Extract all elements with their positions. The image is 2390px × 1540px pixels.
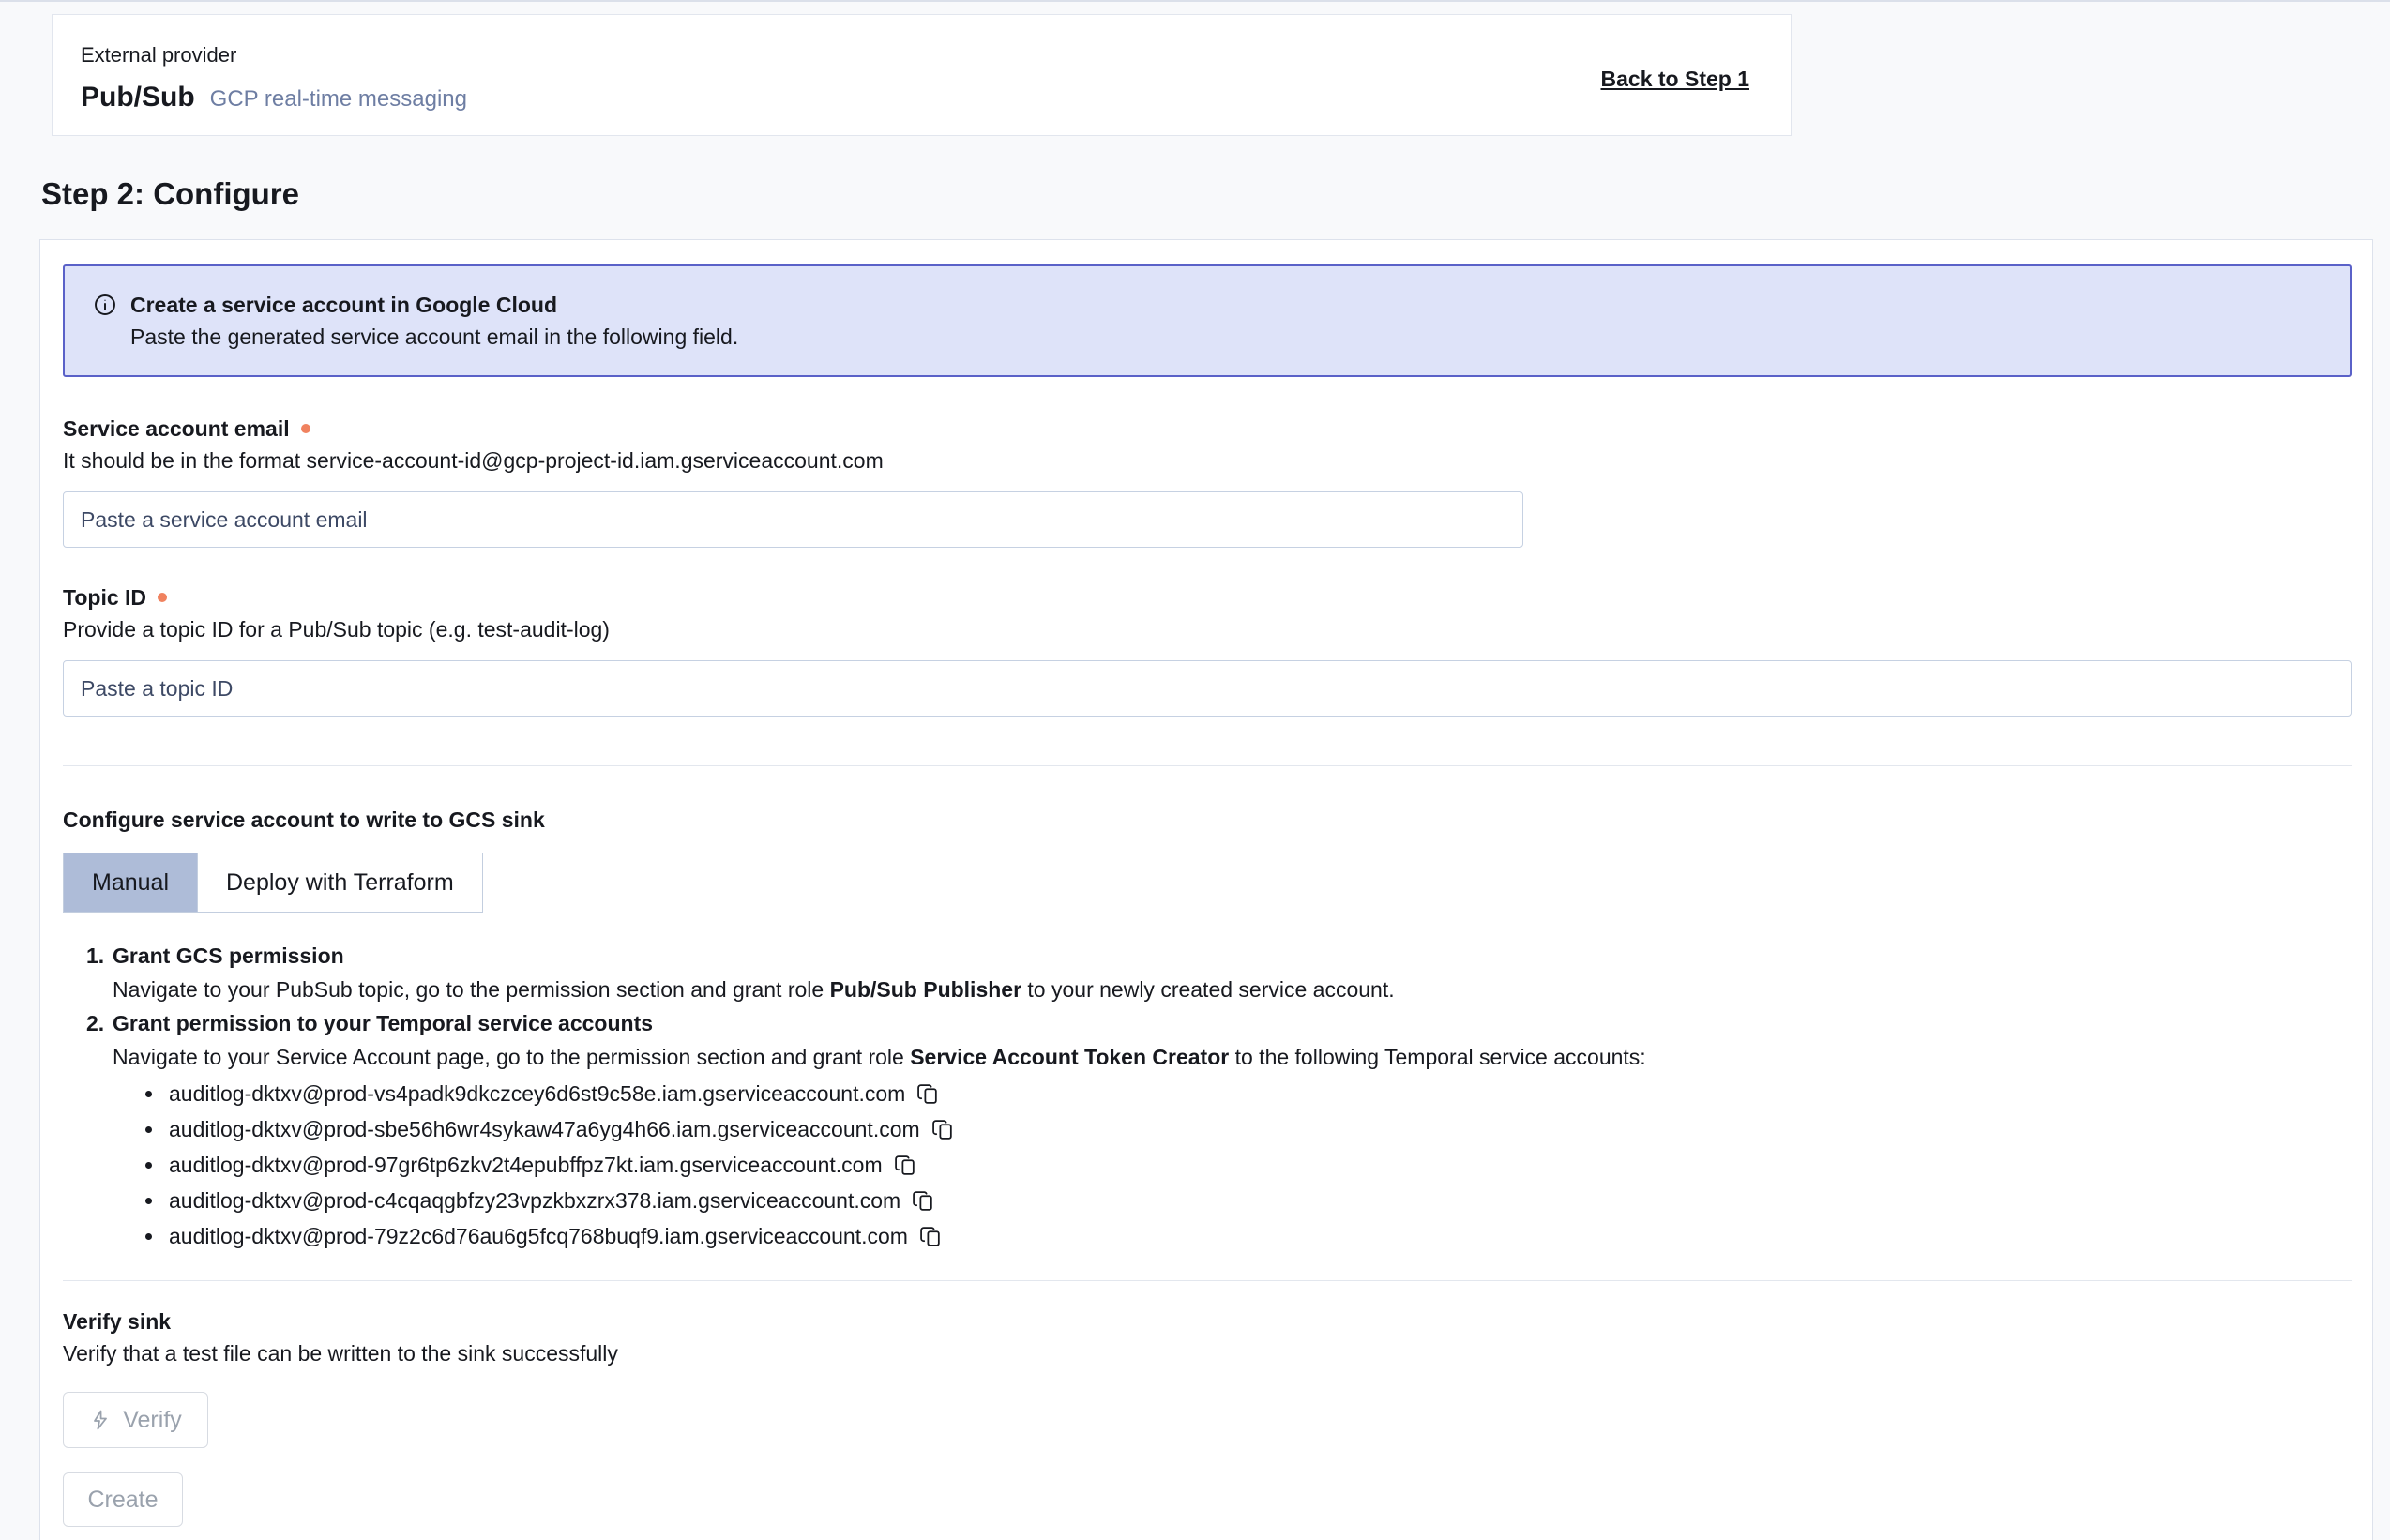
step-content: Grant permission to your Temporal servic…	[113, 1006, 1646, 1254]
required-indicator-dot	[301, 424, 310, 433]
service-account-email-field-group: Service account email It should be in th…	[63, 413, 2350, 548]
step-title: Grant GCS permission	[113, 939, 1395, 973]
provider-label: External provider	[81, 41, 467, 69]
info-banner-body: Paste the generated service account emai…	[130, 321, 738, 353]
list-item: auditlog-dktxv@prod-79z2c6d76au6g5fcq768…	[145, 1218, 1646, 1254]
list-item: auditlog-dktxv@prod-c4cqaqgbfzy23vpzkbxz…	[145, 1183, 1646, 1218]
step-title: Grant permission to your Temporal servic…	[113, 1006, 1646, 1040]
bullet-dot	[145, 1233, 152, 1240]
verify-button-label: Verify	[123, 1407, 182, 1434]
service-account-email-text: auditlog-dktxv@prod-97gr6tp6zkv2t4epubff…	[169, 1148, 883, 1182]
bullet-dot	[145, 1162, 152, 1169]
step-body-text: to the following Temporal service accoun…	[1229, 1045, 1645, 1069]
section-divider	[63, 765, 2352, 766]
list-item: auditlog-dktxv@prod-vs4padk9dkczcey6d6st…	[145, 1076, 1646, 1111]
verify-sink-description: Verify that a test file can be written t…	[63, 1337, 2350, 1369]
provider-info: External provider Pub/Sub GCP real-time …	[81, 41, 467, 116]
verify-button[interactable]: Verify	[63, 1392, 208, 1448]
tab-deploy-with-terraform[interactable]: Deploy with Terraform	[197, 853, 482, 912]
provider-row: Pub/Sub GCP real-time messaging	[81, 79, 467, 116]
copy-icon[interactable]	[894, 1154, 917, 1177]
topic-id-field-group: Topic ID Provide a topic ID for a Pub/Su…	[63, 581, 2350, 717]
step-body-role-name: Service Account Token Creator	[910, 1045, 1229, 1069]
create-button[interactable]: Create	[63, 1472, 183, 1527]
configure-method-tabs: Manual Deploy with Terraform	[63, 853, 483, 913]
topic-id-helper: Provide a topic ID for a Pub/Sub topic (…	[63, 613, 2350, 645]
step-number: 2.	[86, 1006, 113, 1254]
step-body: Navigate to your Service Account page, g…	[113, 1040, 1646, 1074]
service-account-email-label: Service account email	[63, 413, 290, 445]
service-account-email-text: auditlog-dktxv@prod-vs4padk9dkczcey6d6st…	[169, 1077, 905, 1110]
copy-icon[interactable]	[931, 1118, 955, 1141]
page-top-divider	[0, 0, 2390, 2]
step-grant-gcs-permission: 1. Grant GCS permission Navigate to your…	[86, 939, 2350, 1006]
service-account-email-text: auditlog-dktxv@prod-sbe56h6wr4sykaw47a6y…	[169, 1112, 920, 1146]
service-account-email-text: auditlog-dktxv@prod-c4cqaqgbfzy23vpzkbxz…	[169, 1184, 900, 1217]
info-banner-text: Create a service account in Google Cloud…	[130, 289, 738, 353]
bullet-dot	[145, 1198, 152, 1204]
manual-steps-list: 1. Grant GCS permission Navigate to your…	[86, 939, 2350, 1254]
configure-section-title: Configure service account to write to GC…	[63, 804, 2350, 836]
info-icon	[93, 293, 117, 323]
service-account-email-helper: It should be in the format service-accou…	[63, 445, 2350, 476]
step-body-text: to your newly created service account.	[1021, 977, 1395, 1002]
service-account-email-input[interactable]	[63, 491, 1523, 548]
step-grant-temporal-permission: 2. Grant permission to your Temporal ser…	[86, 1006, 2350, 1254]
back-to-step-1-link[interactable]: Back to Step 1	[1601, 67, 1750, 92]
configure-card: Create a service account in Google Cloud…	[39, 239, 2373, 1540]
tab-manual[interactable]: Manual	[64, 853, 197, 912]
bolt-icon	[89, 1409, 112, 1431]
section-divider	[63, 1280, 2352, 1281]
temporal-service-account-list: auditlog-dktxv@prod-vs4padk9dkczcey6d6st…	[145, 1076, 1646, 1254]
bullet-dot	[145, 1091, 152, 1097]
service-account-email-label-row: Service account email	[63, 413, 2350, 445]
step-content: Grant GCS permission Navigate to your Pu…	[113, 939, 1395, 1006]
list-item: auditlog-dktxv@prod-97gr6tp6zkv2t4epubff…	[145, 1147, 1646, 1183]
step-body: Navigate to your PubSub topic, go to the…	[113, 973, 1395, 1006]
list-item: auditlog-dktxv@prod-sbe56h6wr4sykaw47a6y…	[145, 1111, 1646, 1147]
step-body-role-name: Pub/Sub Publisher	[830, 977, 1021, 1002]
copy-icon[interactable]	[919, 1225, 943, 1248]
step-number: 1.	[86, 939, 113, 1006]
topic-id-label-row: Topic ID	[63, 581, 2350, 613]
copy-icon[interactable]	[916, 1082, 940, 1106]
info-banner-title: Create a service account in Google Cloud	[130, 289, 738, 321]
copy-icon[interactable]	[912, 1189, 935, 1213]
required-indicator-dot	[158, 593, 167, 602]
verify-sink-title: Verify sink	[63, 1306, 2350, 1337]
step-body-text: Navigate to your Service Account page, g…	[113, 1045, 910, 1069]
service-account-email-text: auditlog-dktxv@prod-79z2c6d76au6g5fcq768…	[169, 1219, 908, 1253]
provider-description: GCP real-time messaging	[210, 86, 467, 113]
provider-card: External provider Pub/Sub GCP real-time …	[52, 14, 1792, 136]
topic-id-input[interactable]	[63, 660, 2352, 717]
bullet-dot	[145, 1126, 152, 1133]
step-body-text: Navigate to your PubSub topic, go to the…	[113, 977, 830, 1002]
page-title: Step 2: Configure	[41, 177, 2390, 211]
topic-id-label: Topic ID	[63, 581, 146, 613]
info-banner: Create a service account in Google Cloud…	[63, 264, 2352, 377]
provider-name: Pub/Sub	[81, 79, 195, 116]
